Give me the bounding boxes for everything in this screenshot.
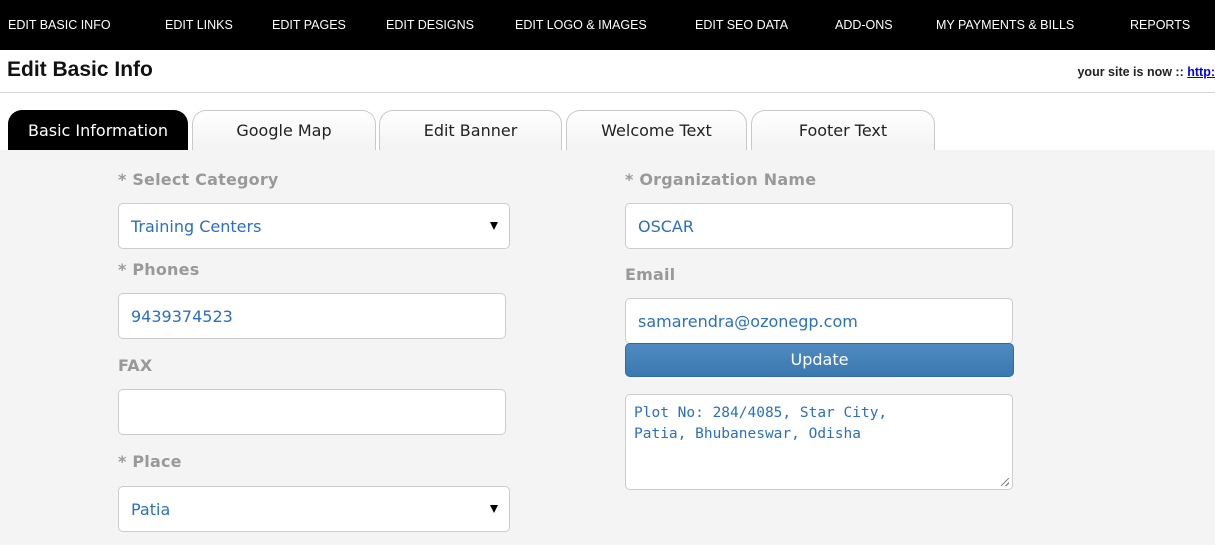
address-value: Plot No: 284/4085, Star City, Patia, Bhu…: [634, 405, 888, 442]
organization-label: * Organization Name: [625, 170, 817, 189]
tab-strip: Basic Information Google Map Edit Banner…: [0, 93, 1215, 150]
fax-label: FAX: [118, 356, 153, 375]
nav-edit-designs[interactable]: EDIT DESIGNS: [386, 18, 474, 32]
nav-edit-logo-images[interactable]: EDIT LOGO & IMAGES: [515, 18, 647, 32]
email-value: samarendra@ozonegp.com: [638, 311, 858, 331]
category-select[interactable]: Training Centers: [118, 203, 510, 249]
place-label: * Place: [118, 452, 182, 471]
phones-input[interactable]: 9439374523: [118, 293, 506, 339]
tab-edit-banner[interactable]: Edit Banner: [379, 110, 562, 150]
nav-edit-basic-info[interactable]: EDIT BASIC INFO: [8, 18, 111, 32]
tab-footer-text[interactable]: Footer Text: [751, 110, 935, 150]
category-value: Training Centers: [131, 216, 262, 236]
nav-reports[interactable]: REPORTS: [1130, 18, 1190, 32]
page-title: Edit Basic Info: [7, 58, 153, 81]
tab-google-map[interactable]: Google Map: [192, 110, 376, 150]
site-status: your site is now :: http:: [1077, 65, 1215, 79]
update-button[interactable]: Update: [625, 343, 1014, 377]
organization-name-input[interactable]: OSCAR: [625, 203, 1013, 249]
nav-my-payments-bills[interactable]: MY PAYMENTS & BILLS: [936, 18, 1074, 32]
nav-edit-seo-data[interactable]: EDIT SEO DATA: [695, 18, 788, 32]
site-status-label: your site is now ::: [1077, 65, 1188, 79]
organization-value: OSCAR: [638, 216, 694, 236]
email-input[interactable]: samarendra@ozonegp.com: [625, 298, 1013, 344]
chevron-down-icon: [490, 505, 498, 513]
site-link[interactable]: http:: [1187, 65, 1215, 79]
phones-label: * Phones: [118, 260, 200, 279]
email-label: Email: [625, 265, 676, 284]
chevron-down-icon: [490, 222, 498, 230]
place-select[interactable]: Patia: [118, 486, 510, 532]
nav-edit-pages[interactable]: EDIT PAGES: [272, 18, 346, 32]
category-label: * Select Category: [118, 170, 279, 189]
address-textarea[interactable]: Plot No: 284/4085, Star City, Patia, Bhu…: [625, 394, 1013, 490]
fax-input[interactable]: [118, 389, 506, 435]
nav-add-ons[interactable]: ADD-ONS: [835, 18, 893, 32]
phones-value: 9439374523: [131, 306, 233, 326]
place-value: Patia: [131, 499, 171, 519]
title-bar: Edit Basic Info your site is now :: http…: [0, 50, 1215, 93]
tab-basic-information[interactable]: Basic Information: [8, 110, 188, 150]
basic-info-form-panel: * Select Category Training Centers * Pho…: [0, 150, 1215, 545]
resize-handle-icon[interactable]: [1001, 478, 1009, 486]
nav-edit-links[interactable]: EDIT LINKS: [165, 18, 233, 32]
top-navigation-bar: EDIT BASIC INFO EDIT LINKS EDIT PAGES ED…: [0, 0, 1215, 50]
tab-welcome-text[interactable]: Welcome Text: [566, 110, 747, 150]
